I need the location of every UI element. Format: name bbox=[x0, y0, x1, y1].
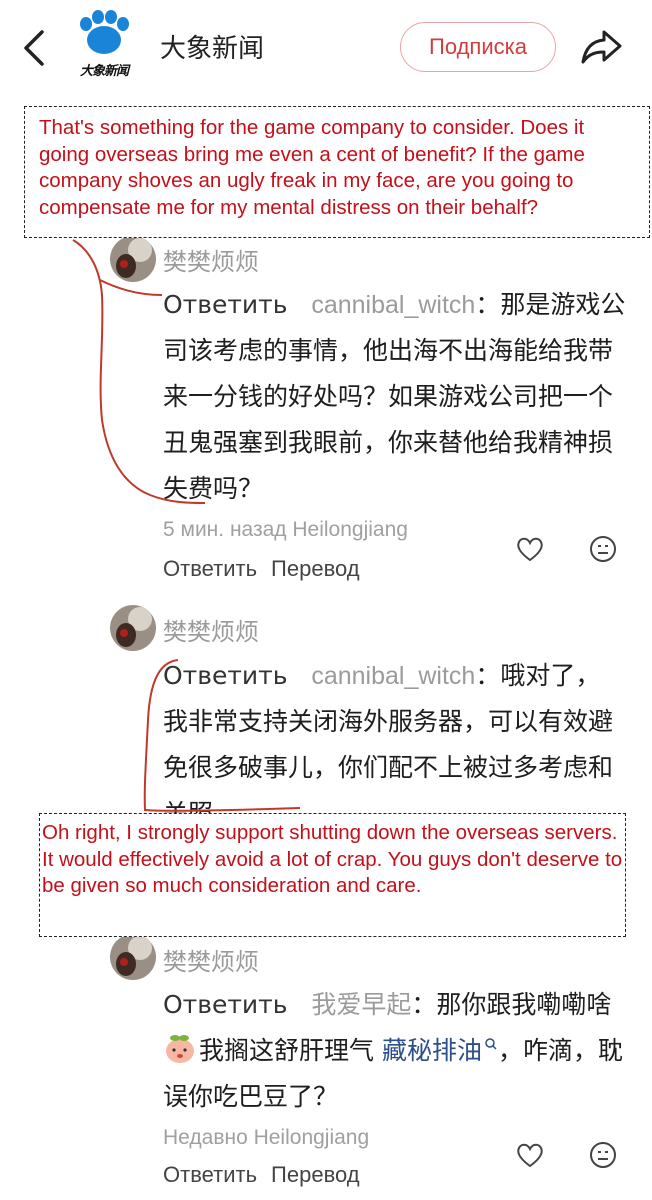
channel-logo[interactable]: 大象新闻 bbox=[70, 10, 138, 79]
comment-username[interactable]: 樊樊烦烦 bbox=[163, 942, 259, 977]
peach-emoji-icon bbox=[166, 1035, 194, 1063]
comment-username[interactable]: 樊樊烦烦 bbox=[163, 612, 259, 647]
avatar-image bbox=[110, 605, 156, 651]
translation-box-1: That's something for the game company to… bbox=[24, 106, 650, 238]
back-arrow-icon[interactable] bbox=[20, 28, 50, 68]
smile-icon[interactable] bbox=[588, 1140, 618, 1170]
avatar-image bbox=[110, 934, 156, 980]
comment-body-middle: 我搁这舒肝理气 bbox=[199, 1036, 375, 1065]
comment-username[interactable]: 樊樊烦烦 bbox=[163, 242, 259, 277]
reply-target-user[interactable]: 我爱早起 bbox=[311, 991, 411, 1019]
comment-actions: Ответить Перевод bbox=[163, 556, 374, 582]
reply-target-user[interactable]: cannibal_witch bbox=[311, 662, 475, 690]
reply-target-user[interactable]: cannibal_witch bbox=[311, 291, 475, 319]
share-icon[interactable] bbox=[580, 26, 624, 66]
logo-caption: 大象新闻 bbox=[79, 64, 129, 79]
reply-button[interactable]: Ответить bbox=[163, 556, 257, 581]
top-bar: 大象新闻 大象新闻 Подписка bbox=[0, 0, 652, 98]
subscribe-button[interactable]: Подписка bbox=[400, 22, 556, 72]
reply-label[interactable]: Ответить bbox=[163, 661, 287, 690]
search-icon bbox=[485, 1038, 497, 1050]
smile-icon[interactable] bbox=[588, 534, 618, 564]
translation-box-2: Oh right, I strongly support shutting do… bbox=[39, 813, 626, 937]
avatar[interactable] bbox=[110, 605, 156, 651]
paw-logo-icon bbox=[80, 10, 129, 54]
comment-text: Ответить 我爱早起：那你跟我嘞嘞啥 我搁这舒肝理气 藏秘排油 ，咋滴，耽误… bbox=[163, 982, 623, 1120]
reply-label[interactable]: Ответить bbox=[163, 290, 287, 319]
avatar[interactable] bbox=[110, 236, 156, 282]
translate-button[interactable]: Перевод bbox=[271, 556, 360, 581]
topic-link[interactable]: 藏秘排油 bbox=[382, 1036, 498, 1065]
comment-meta: 5 мин. назад Heilongjiang bbox=[163, 518, 408, 541]
comment-actions: Ответить Перевод bbox=[163, 1162, 374, 1188]
topic-link-text[interactable]: 藏秘排油 bbox=[382, 1036, 482, 1065]
comment-text: Ответить cannibal_witch：哦对了，我非常支持关闭海外服务器… bbox=[163, 653, 623, 837]
translate-button[interactable]: Перевод bbox=[271, 1162, 360, 1187]
heart-icon[interactable] bbox=[515, 1140, 545, 1170]
avatar[interactable] bbox=[110, 934, 156, 980]
heart-icon[interactable] bbox=[515, 534, 545, 564]
reply-label[interactable]: Ответить bbox=[163, 990, 287, 1019]
comment-meta: Недавно Heilongjiang bbox=[163, 1126, 370, 1149]
comment-body: ：那是游戏公司该考虑的事情，他出海不出海能给我带来一分钱的好处吗？如果游戏公司把… bbox=[163, 290, 626, 503]
channel-name[interactable]: 大象新闻 bbox=[160, 28, 264, 65]
reply-button[interactable]: Ответить bbox=[163, 1162, 257, 1187]
comment-text: Ответить cannibal_witch：那是游戏公司该考虑的事情，他出海… bbox=[163, 282, 633, 512]
comment-body-start: ：那你跟我嘞嘞啥 bbox=[411, 990, 612, 1019]
avatar-image bbox=[110, 236, 156, 282]
